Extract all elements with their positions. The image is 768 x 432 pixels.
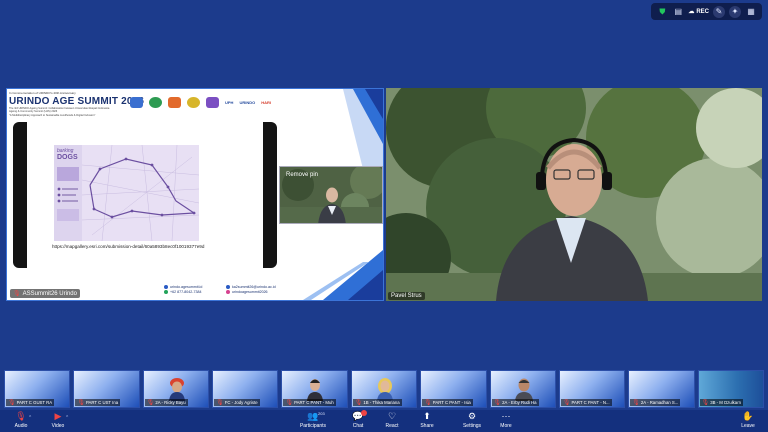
mic-muted-icon: 🎙 [146, 400, 155, 406]
pin-icon[interactable]: ✦ [729, 5, 741, 18]
contact-info: urindo.agesummit.id ka2summit26@urindo.a… [164, 285, 286, 294]
react-button[interactable]: ♡ React [372, 411, 412, 429]
mic-muted-icon: 🎙 [285, 400, 294, 406]
logo-icon [149, 97, 162, 108]
route-map [82, 145, 199, 241]
shield-icon[interactable]: ⛊ [656, 6, 668, 18]
slide-decoration-bottom [303, 250, 383, 300]
participant-avatar [376, 378, 393, 401]
grid-view-icon[interactable]: ▦ [745, 6, 757, 18]
url-text: https://mapgallery.esri.com/submission-d… [52, 244, 205, 249]
participant-tile[interactable]: 🎙 PART C PANT - N... [558, 370, 626, 408]
gear-icon: ⚙ [467, 411, 477, 421]
inner-page: barking DOGS https://mapgallery.esri.com… [27, 122, 263, 268]
web-icon [164, 285, 168, 289]
share-button[interactable]: ⬆ Share [407, 411, 447, 429]
participant-tile[interactable]: 🎙 2A - Ramadhan S... [628, 370, 695, 408]
sponsor-logos: UPH URINDO HARI [130, 97, 271, 108]
leave-icon: ✋ [742, 411, 754, 421]
logo-icon [168, 97, 181, 108]
email-icon [226, 285, 230, 289]
share-screen-icon: ⬆ [423, 411, 431, 421]
participant-tile[interactable]: 🎙 3B - M Dzulkarn [697, 370, 764, 408]
more-icon: ⋯ [501, 411, 511, 421]
map-legend [57, 167, 79, 221]
speaker-name-label: Pavel Strus [388, 292, 425, 300]
participant-tile[interactable]: 🎙 PART C UST Ina [73, 370, 140, 408]
participant-tile[interactable]: 🎙 1B - Thika Mariana [350, 370, 418, 408]
mic-muted-icon: 🎙 [632, 400, 640, 406]
participant-avatar [168, 378, 185, 401]
logo-icon [130, 97, 143, 108]
instagram-icon [226, 290, 230, 294]
participant-tile[interactable]: 🎙 PART C PANT - Muh [281, 370, 348, 408]
audio-button[interactable]: 🎙 Audio ⌃ [1, 411, 41, 429]
participants-button[interactable]: 👥 203 Participants [293, 411, 333, 429]
slide-decoration-top [343, 89, 383, 169]
participants-icon: 👥 203 [307, 411, 325, 421]
chat-icon: 💬 [351, 410, 367, 422]
mic-muted-icon: 🎙 [8, 400, 16, 406]
logo-icon [187, 97, 200, 108]
leave-button[interactable]: ✋ Leave [728, 411, 768, 429]
mic-muted-icon: 🎙 [13, 291, 21, 297]
active-speaker-video[interactable]: Pavel Strus [386, 88, 762, 301]
meeting-controls: 🎙 Audio ⌃ ▶ Video ⌃ 👥 203 Participants 💬 … [0, 410, 768, 432]
presenter-label: 🎙 ASSummit26 Urindo [10, 289, 80, 298]
mic-muted-icon: 🎙 [354, 400, 363, 406]
mic-muted-icon: 🎙 [216, 400, 224, 406]
chat-badge [361, 410, 367, 416]
participant-avatar [514, 378, 533, 401]
participants-count: 203 [318, 411, 325, 416]
map-sidebar: barking DOGS [54, 145, 82, 241]
mic-muted-icon: 🎙 [562, 400, 571, 406]
speaker-video-feed [386, 88, 762, 301]
more-button[interactable]: ⋯ More [486, 411, 526, 429]
chevron-up-icon[interactable]: ⌃ [28, 415, 32, 421]
heart-icon: ♡ [387, 411, 397, 421]
chevron-up-icon[interactable]: ⌃ [65, 415, 69, 421]
document-icon[interactable]: ▤ [672, 6, 684, 18]
mic-muted-icon: 🎙 [15, 411, 27, 421]
mic-muted-icon: 🎙 [493, 400, 502, 406]
participant-tile[interactable]: 🎙 PART C GUST RA [4, 370, 71, 408]
remove-pin-button[interactable]: Remove pin [286, 172, 318, 178]
video-button[interactable]: ▶ Video ⌃ [38, 411, 78, 429]
participant-tile[interactable]: 🎙 PART C PANT - Isia [420, 370, 487, 408]
mic-muted-icon: 🎙 [77, 400, 85, 406]
screen-share-panel[interactable]: In Commemoration of URINDO's 40th Annive… [6, 88, 384, 301]
cloud-icon: ☁ [688, 9, 695, 15]
participant-tile[interactable]: 🎙 2A - Erby Rudi Ha [489, 370, 556, 408]
video-off-icon: ▶ [54, 411, 62, 421]
pencil-icon[interactable]: ✎ [713, 5, 725, 18]
recording-indicator[interactable]: ☁ REC [688, 8, 709, 16]
participant-gallery: 🎙 PART C GUST RA 🎙 PART C UST Ina 🎙 2A - Ri… [4, 370, 764, 408]
mic-muted-icon: 🎙 [701, 400, 710, 406]
logo-icon [206, 97, 219, 108]
phone-icon [164, 290, 168, 294]
participant-avatar [307, 379, 324, 401]
pinned-video-tile[interactable]: Remove pin [279, 166, 383, 224]
participant-tile[interactable]: 🎙 FC - Jody Agriste [212, 370, 279, 408]
inner-screen: barking DOGS https://mapgallery.esri.com… [13, 122, 277, 268]
mic-muted-icon: 🎙 [424, 400, 432, 406]
map-image: barking DOGS [54, 145, 199, 241]
top-toolbar: ⛊ ▤ ☁ REC ✎ ✦ ▦ [651, 3, 762, 20]
participant-tile[interactable]: 🎙 2A - Ricky Bayu [142, 370, 210, 408]
